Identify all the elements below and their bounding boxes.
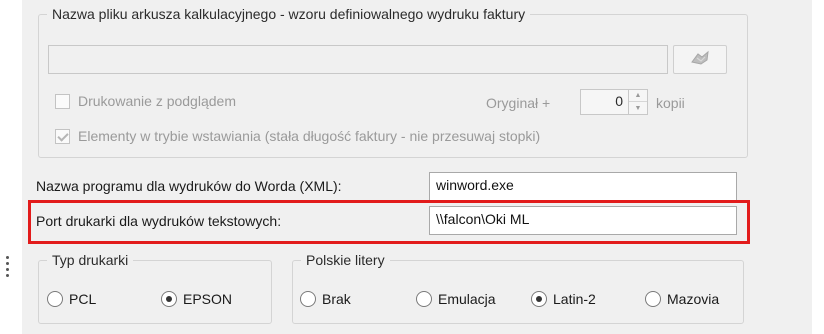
copies-stepper[interactable]: 0 ▲ ▼ bbox=[580, 89, 648, 115]
word-program-label: Nazwa programu dla wydruków do Worda (XM… bbox=[36, 178, 342, 194]
insert-mode-label: Elementy w trybie wstawiania (stała dług… bbox=[78, 128, 541, 144]
spin-up-icon[interactable]: ▲ bbox=[629, 90, 647, 102]
insert-mode-checkbox[interactable] bbox=[55, 128, 70, 144]
copies-value: 0 bbox=[615, 93, 623, 109]
polish-letters-legend: Polskie litery bbox=[306, 252, 385, 268]
polish-letters-option-mazovia[interactable]: Mazovia bbox=[645, 291, 719, 307]
radio-mazovia-label: Mazovia bbox=[667, 291, 720, 307]
printer-type-legend: Typ drukarki bbox=[52, 252, 129, 268]
preview-checkbox-row[interactable]: Drukowanie z podglądem bbox=[55, 93, 236, 109]
radio-epson[interactable] bbox=[161, 291, 177, 307]
radio-latin2[interactable] bbox=[531, 291, 547, 307]
polish-letters-group: Polskie litery bbox=[292, 252, 744, 324]
printer-type-option-epson[interactable]: EPSON bbox=[161, 291, 232, 307]
radio-emulacja[interactable] bbox=[416, 291, 432, 307]
radio-mazovia[interactable] bbox=[645, 291, 661, 307]
radio-emulacja-label: Emulacja bbox=[438, 291, 496, 307]
polish-letters-option-latin2[interactable]: Latin-2 bbox=[531, 291, 596, 307]
invoice-template-legend: Nazwa pliku arkusza kalkulacyjnego - wzo… bbox=[52, 6, 526, 22]
template-file-field[interactable] bbox=[48, 45, 668, 74]
insert-mode-checkbox-row[interactable]: Elementy w trybie wstawiania (stała dług… bbox=[55, 128, 540, 144]
radio-pcl[interactable] bbox=[47, 291, 63, 307]
printer-type-option-pcl[interactable]: PCL bbox=[47, 291, 96, 307]
radio-brak-label: Brak bbox=[322, 291, 351, 307]
word-program-input[interactable]: winword.exe bbox=[429, 172, 737, 201]
radio-epson-label: EPSON bbox=[183, 291, 233, 307]
preview-checkbox[interactable] bbox=[55, 93, 70, 109]
radio-latin2-label: Latin-2 bbox=[553, 291, 596, 307]
preview-label: Drukowanie z podglądem bbox=[78, 93, 236, 109]
printer-type-group: Typ drukarki bbox=[38, 252, 272, 324]
radio-pcl-label: PCL bbox=[69, 291, 97, 307]
copies-stepper-buttons[interactable]: ▲ ▼ bbox=[628, 90, 647, 114]
polish-letters-option-brak[interactable]: Brak bbox=[300, 291, 351, 307]
copies-unit-label: kopii bbox=[656, 95, 685, 111]
polish-letters-option-emulacja[interactable]: Emulacja bbox=[416, 291, 496, 307]
spin-down-icon[interactable]: ▼ bbox=[629, 102, 647, 114]
radio-brak[interactable] bbox=[300, 291, 316, 307]
browse-file-button[interactable] bbox=[673, 45, 727, 74]
browse-icon bbox=[689, 50, 711, 69]
drag-grip-icon[interactable] bbox=[6, 256, 9, 280]
highlight-box bbox=[28, 200, 750, 244]
original-label: Oryginał + bbox=[486, 95, 551, 111]
